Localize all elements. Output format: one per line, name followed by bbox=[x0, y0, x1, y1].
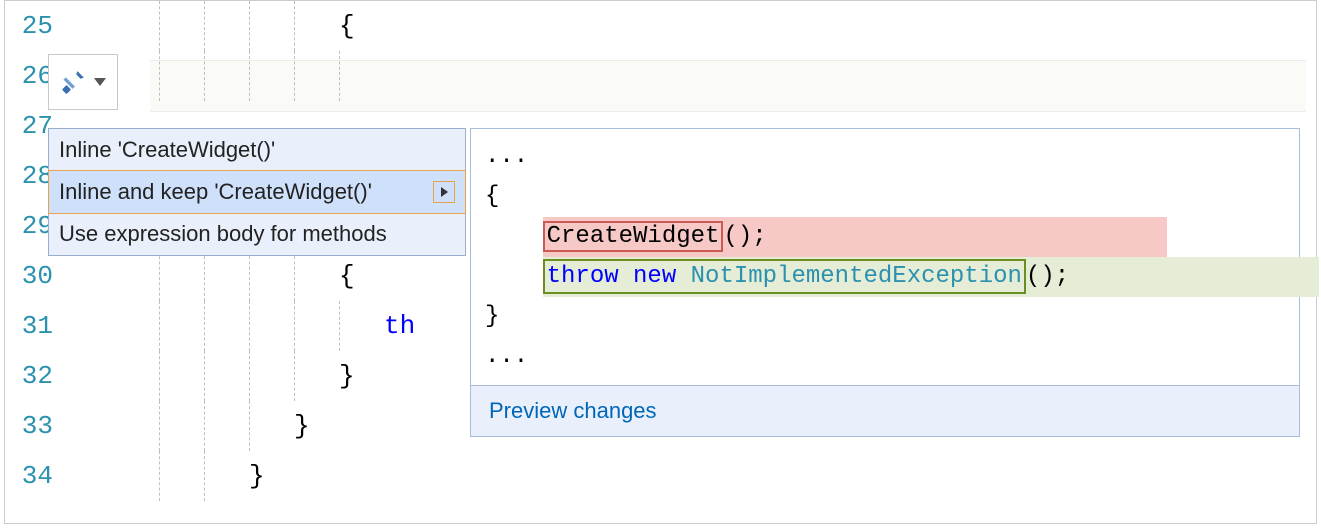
line-number: 33 bbox=[5, 411, 59, 441]
line-number: 34 bbox=[5, 461, 59, 491]
line-number: 32 bbox=[5, 361, 59, 391]
line-number: 25 bbox=[5, 11, 59, 41]
preview-ellipsis: ... bbox=[485, 337, 1285, 377]
preview-ellipsis: ... bbox=[485, 137, 1285, 177]
code-token-brace: } bbox=[249, 461, 265, 491]
preview-added-line: throw new NotImplementedException(); bbox=[485, 257, 1285, 297]
qa-item-label: Use expression body for methods bbox=[59, 221, 387, 247]
line-number: 31 bbox=[5, 311, 59, 341]
submenu-caret-icon[interactable] bbox=[433, 181, 455, 203]
quick-actions-menu: Inline 'CreateWidget()' Inline and keep … bbox=[48, 128, 466, 256]
qa-item-inline-and-keep[interactable]: Inline and keep 'CreateWidget()' bbox=[48, 170, 466, 214]
preview-changes-link[interactable]: Preview changes bbox=[471, 385, 1299, 436]
refactor-preview-body: ... { CreateWidget(); throw new NotImple… bbox=[471, 129, 1299, 385]
code-token-brace: { bbox=[339, 261, 355, 291]
code-token-brace: { bbox=[339, 11, 355, 41]
quick-actions-button[interactable] bbox=[48, 54, 118, 110]
code-token-brace: } bbox=[294, 411, 310, 441]
preview-removed-line: CreateWidget(); bbox=[485, 217, 1285, 257]
code-token-keyword: th bbox=[384, 311, 415, 341]
qa-item-inline[interactable]: Inline 'CreateWidget()' bbox=[49, 129, 465, 171]
qa-item-label: Inline 'CreateWidget()' bbox=[59, 137, 275, 163]
code-line[interactable]: 34 } bbox=[5, 451, 1316, 501]
dropdown-caret-icon bbox=[94, 78, 106, 86]
qa-item-expression-body[interactable]: Use expression body for methods bbox=[49, 213, 465, 255]
line-number: 30 bbox=[5, 261, 59, 291]
refactor-preview-panel: ... { CreateWidget(); throw new NotImple… bbox=[470, 128, 1300, 437]
preview-brace-close: } bbox=[485, 297, 1285, 337]
screwdriver-icon bbox=[60, 69, 86, 95]
qa-item-label: Inline and keep 'CreateWidget()' bbox=[59, 179, 372, 205]
preview-brace-open: { bbox=[485, 177, 1285, 217]
code-token-brace: } bbox=[339, 361, 355, 391]
